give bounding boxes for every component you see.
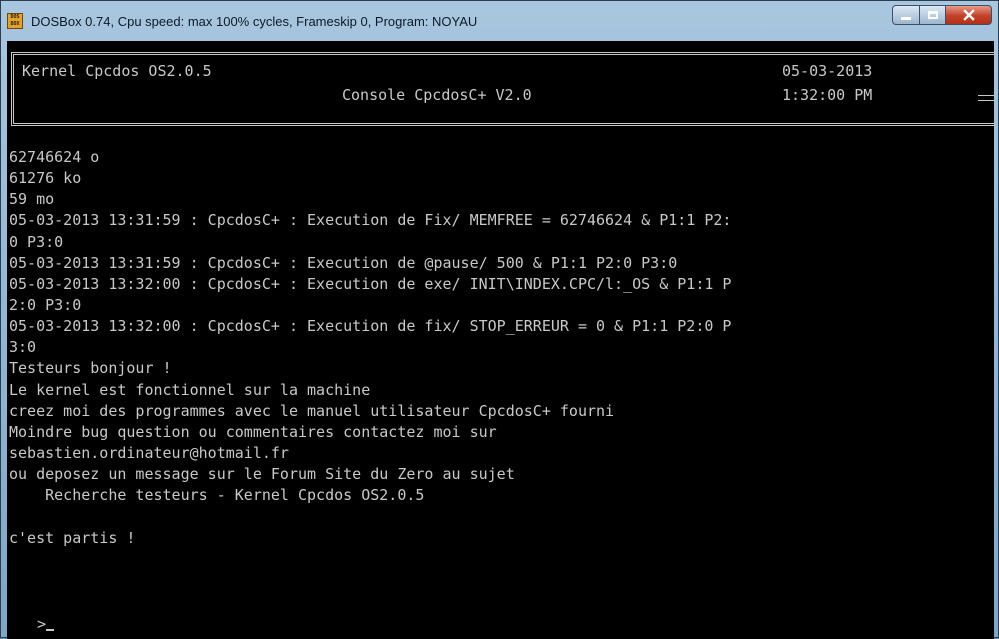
output-line: 0 P3:0 xyxy=(9,232,64,251)
minimize-icon xyxy=(901,16,911,20)
output-line: 61276 ko xyxy=(9,169,82,188)
output-line: 05-03-2013 13:31:59 : CpcdosC+ : Executi… xyxy=(9,211,732,230)
prompt-symbol: > xyxy=(37,615,47,633)
console-screen[interactable]: Kernel Cpcdos OS2.0.5 Console CpcdosC+ V… xyxy=(7,41,994,639)
output-line: 2:0 P3:0 xyxy=(9,295,82,314)
kernel-version: Kernel Cpcdos OS2.0.5 xyxy=(22,62,212,80)
maximize-button[interactable] xyxy=(920,5,946,25)
close-icon xyxy=(962,9,975,21)
console-version: Console CpcdosC+ V2.0 xyxy=(342,86,532,104)
output-line: Moindre bug question ou commentaires con… xyxy=(9,422,497,441)
console-header: Kernel Cpcdos OS2.0.5 Console CpcdosC+ V… xyxy=(11,52,994,126)
dosbox-icon[interactable]: DOS BOX xyxy=(7,13,23,29)
header-rule xyxy=(978,95,994,101)
output-line: 05-03-2013 13:32:00 : CpcdosC+ : Executi… xyxy=(9,274,732,293)
header-date: 05-03-2013 xyxy=(782,62,873,80)
header-time: 1:32:00 PM xyxy=(782,86,873,104)
output-line: sebastien.ordinateur@hotmail.fr xyxy=(9,443,289,462)
window-title: DOSBox 0.74, Cpu speed: max 100% cycles,… xyxy=(31,13,478,29)
output-line: c'est partis ! xyxy=(9,528,136,547)
output-line: 3:0 xyxy=(9,338,37,357)
output-line: Recherche testeurs - Kernel Cpcdos OS2.0… xyxy=(9,486,425,505)
text-cursor xyxy=(46,629,55,631)
minimize-button[interactable] xyxy=(892,5,920,25)
output-line: Testeurs bonjour ! xyxy=(9,359,172,378)
command-prompt[interactable]: > xyxy=(37,615,55,633)
console-output: 62746624 o 61276 ko 59 mo 05-03-2013 13:… xyxy=(9,147,731,549)
output-line: 59 mo xyxy=(9,190,55,209)
output-line: ou deposez un message sur le Forum Site … xyxy=(9,465,515,484)
window-controls xyxy=(892,5,992,25)
title-bar[interactable]: DOS BOX DOSBox 0.74, Cpu speed: max 100%… xyxy=(1,1,998,41)
output-line: 05-03-2013 13:31:59 : CpcdosC+ : Executi… xyxy=(9,253,678,272)
dosbox-window: DOS BOX DOSBox 0.74, Cpu speed: max 100%… xyxy=(0,0,999,639)
output-line: Le kernel est fonctionnel sur la machine xyxy=(9,380,371,399)
output-line: creez moi des programmes avec le manuel … xyxy=(9,401,615,420)
maximize-icon xyxy=(927,11,938,19)
close-button[interactable] xyxy=(946,5,992,25)
output-line: 05-03-2013 13:32:00 : CpcdosC+ : Executi… xyxy=(9,317,732,336)
output-line: 62746624 o xyxy=(9,148,100,166)
